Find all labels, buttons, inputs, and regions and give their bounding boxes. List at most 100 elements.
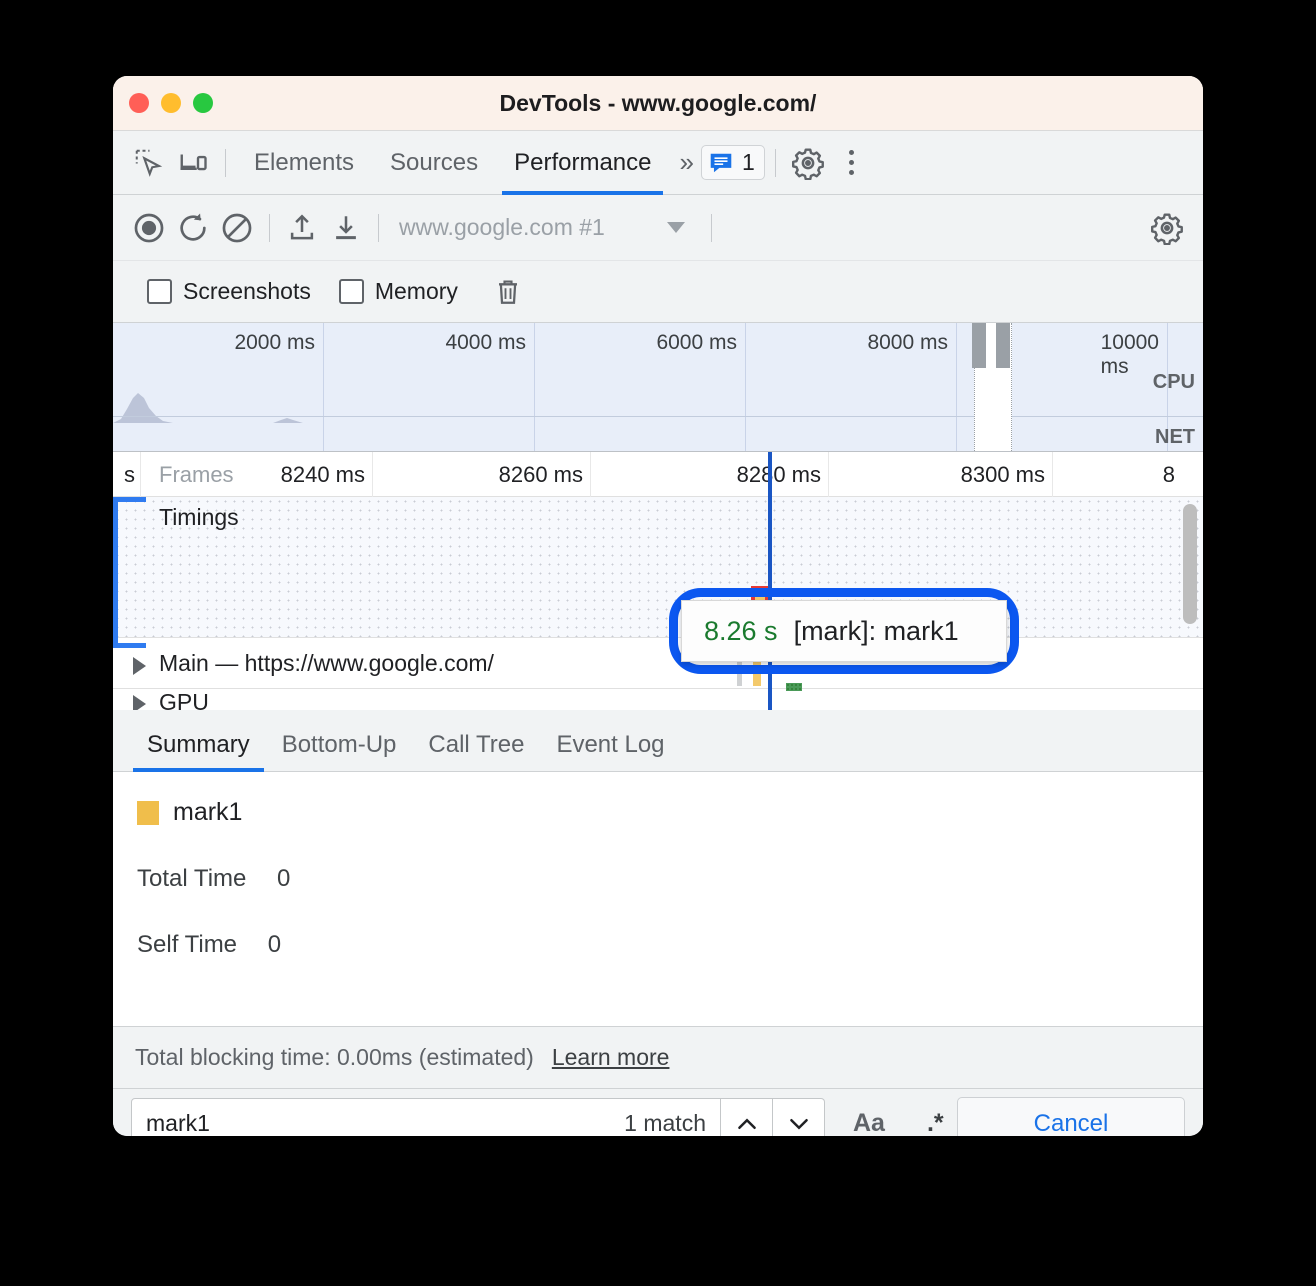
window-titlebar: DevTools - www.google.com/	[113, 76, 1203, 131]
flamechart-tick-label: 8240 ms	[281, 462, 371, 488]
tab-call-tree[interactable]: Call Tree	[412, 731, 540, 771]
overview-cpu-label: CPU	[1153, 371, 1195, 394]
reload-record-icon[interactable]	[171, 206, 215, 250]
capture-options-bar: Screenshots Memory	[113, 261, 1203, 323]
memory-checkbox[interactable]: Memory	[339, 278, 458, 305]
screenshots-checkbox[interactable]: Screenshots	[147, 278, 311, 305]
frames-track-label: Frames	[159, 462, 234, 488]
memory-checkbox-box[interactable]	[339, 279, 364, 304]
console-messages-badge[interactable]: 1	[701, 145, 765, 180]
recbar-divider-1	[269, 214, 270, 242]
close-window-button[interactable]	[129, 93, 149, 113]
record-icon[interactable]	[127, 206, 171, 250]
regex-button[interactable]: .*	[927, 1109, 944, 1136]
download-profile-icon[interactable]	[324, 206, 368, 250]
overview-tick-label: 2000 ms	[234, 331, 323, 355]
more-tabs-icon[interactable]: »	[669, 147, 700, 178]
gpu-track-row[interactable]: GPU	[113, 689, 1203, 710]
expand-triangle-icon[interactable]	[133, 657, 146, 675]
cancel-button[interactable]: Cancel	[957, 1097, 1185, 1137]
flamechart-tick-label: 8	[1163, 462, 1181, 488]
main-track-row[interactable]: Main — https://www.google.com/	[113, 638, 1203, 689]
traffic-light-group	[129, 93, 213, 113]
tab-event-log[interactable]: Event Log	[540, 731, 680, 771]
overview-gridline	[534, 323, 535, 451]
search-input[interactable]: mark1 1 match	[131, 1098, 721, 1137]
search-match-count: 1 match	[624, 1110, 706, 1136]
zoom-window-button[interactable]	[193, 93, 213, 113]
tab-bottom-up-label: Bottom-Up	[282, 731, 397, 758]
more-vertical-icon[interactable]	[830, 141, 874, 185]
screenshots-checkbox-box[interactable]	[147, 279, 172, 304]
gpu-track-label: GPU	[159, 689, 209, 710]
trash-icon[interactable]	[486, 270, 530, 314]
search-bar: mark1 1 match Aa .* Cancel	[113, 1088, 1203, 1136]
capture-settings-gear-icon[interactable]	[1145, 206, 1189, 250]
tab-event-log-label: Event Log	[556, 731, 664, 758]
upload-profile-icon[interactable]	[280, 206, 324, 250]
minimize-window-button[interactable]	[161, 93, 181, 113]
timeline-overview[interactable]: 2000 ms 4000 ms 6000 ms 8000 ms 10000 ms…	[113, 323, 1203, 452]
search-next-button[interactable]	[773, 1098, 825, 1137]
flamechart-ruler[interactable]: s Frames 8240 ms 8260 ms 8280 ms 8300 ms…	[113, 452, 1203, 497]
clear-icon[interactable]	[215, 206, 259, 250]
search-prev-button[interactable]	[721, 1098, 773, 1137]
memory-label: Memory	[375, 278, 458, 305]
inspect-element-icon[interactable]	[127, 141, 171, 185]
summary-panel: mark1 Total Time 0 Self Time 0	[113, 772, 1203, 1026]
flamechart-area[interactable]: s Frames 8240 ms 8260 ms 8280 ms 8300 ms…	[113, 452, 1203, 710]
flamechart-scrollbar[interactable]	[1183, 504, 1197, 624]
console-message-icon	[708, 150, 734, 176]
details-tabbar: Summary Bottom-Up Call Tree Event Log	[113, 710, 1203, 772]
screenshots-label: Screenshots	[183, 278, 311, 305]
match-case-button[interactable]: Aa	[853, 1109, 885, 1136]
device-toolbar-icon[interactable]	[171, 141, 215, 185]
window-title: DevTools - www.google.com/	[113, 90, 1203, 117]
tab-performance[interactable]: Performance	[496, 131, 669, 195]
selection-bracket	[113, 497, 146, 648]
total-time-label: Total Time	[137, 865, 246, 892]
overview-net-label: NET	[1155, 426, 1195, 449]
expand-triangle-icon[interactable]	[133, 695, 146, 710]
tab-summary[interactable]: Summary	[131, 731, 266, 771]
learn-more-link[interactable]: Learn more	[552, 1044, 670, 1071]
self-time-value: 0	[268, 931, 281, 958]
devtools-window: DevTools - www.google.com/ El	[113, 76, 1203, 1136]
overview-tick-label: 8000 ms	[867, 331, 956, 355]
summary-event-header: mark1	[137, 798, 1203, 827]
tab-sources[interactable]: Sources	[372, 131, 496, 195]
tab-elements[interactable]: Elements	[236, 131, 372, 195]
overview-selection-handle-left[interactable]	[972, 323, 986, 368]
chevron-up-icon	[734, 1111, 760, 1137]
overview-gridline	[323, 323, 324, 451]
recbar-divider-3	[711, 214, 712, 242]
event-color-swatch	[137, 801, 159, 825]
chevron-down-icon[interactable]	[667, 222, 685, 233]
flamechart-tick-label: 8300 ms	[961, 462, 1051, 488]
overview-tick-label: 6000 ms	[656, 331, 745, 355]
overview-gridline	[745, 323, 746, 451]
tab-performance-label: Performance	[514, 149, 651, 177]
overview-tick-label: 4000 ms	[445, 331, 534, 355]
search-input-value: mark1	[146, 1110, 210, 1136]
main-track-label: Main — https://www.google.com/	[159, 650, 494, 677]
recbar-divider-2	[378, 214, 379, 242]
tab-sources-label: Sources	[390, 149, 478, 177]
tab-summary-label: Summary	[147, 731, 250, 758]
tooltip-timestamp: 8.26 s	[704, 616, 778, 647]
flamechart-tick-label: 8280 ms	[737, 462, 827, 488]
flamechart-tick-label: s	[124, 462, 141, 488]
event-tooltip: 8.26 s [mark]: mark1	[681, 600, 1007, 662]
profile-select-value[interactable]: www.google.com #1	[399, 214, 605, 241]
timings-track-label: Timings	[159, 504, 239, 531]
timings-track[interactable]	[113, 497, 1203, 638]
overview-selection-handle-right[interactable]	[996, 323, 1010, 368]
tab-bottom-up[interactable]: Bottom-Up	[266, 731, 413, 771]
summary-row: Self Time 0	[137, 931, 1203, 959]
tab-elements-label: Elements	[254, 149, 354, 177]
cpu-usage-curve	[113, 389, 533, 423]
tooltip-event-name: [mark]: mark1	[794, 616, 959, 647]
gear-icon[interactable]	[786, 141, 830, 185]
performance-record-toolbar: www.google.com #1	[113, 195, 1203, 261]
timing-mark-green	[786, 683, 802, 691]
